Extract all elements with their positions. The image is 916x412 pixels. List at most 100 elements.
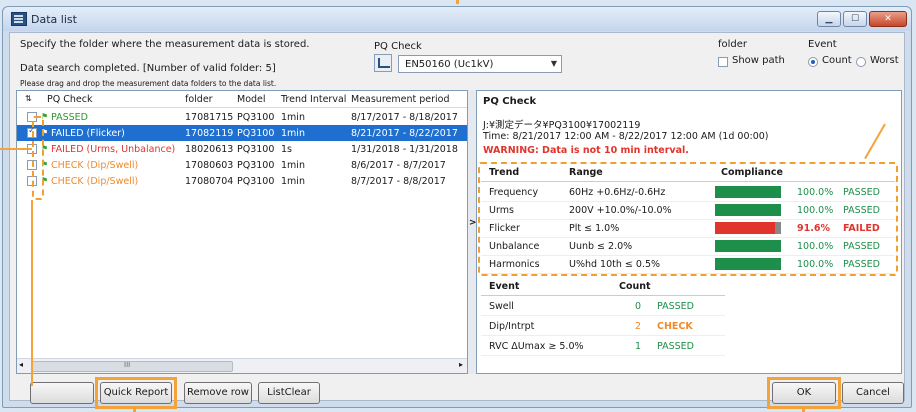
detail-warning: WARNING: Data is not 10 min interval. xyxy=(483,145,689,156)
row-folder: 17080704 xyxy=(185,176,234,187)
row-period: 8/21/2017 - 8/22/2017 xyxy=(351,128,458,139)
event-result: PASSED xyxy=(657,341,694,352)
window-title: Data list xyxy=(31,13,77,26)
chevron-down-icon: ▼ xyxy=(550,59,557,68)
col-measurement-period[interactable]: Measurement period xyxy=(351,94,450,105)
row-model: PQ3100 xyxy=(237,144,275,155)
callout-line-left xyxy=(0,148,32,150)
callout-checkbox-highlight xyxy=(32,116,44,200)
callout-line-bottom-right xyxy=(802,408,805,412)
event-row: RVC ΔUmax ≥ 5.0% 1 PASSED xyxy=(481,337,725,356)
event-row: Dip/Intrpt 2 CHECK xyxy=(481,317,725,336)
table-row[interactable]: ⚑ CHECK (Dip/Swell) 17080603 PQ3100 1min 8/6/… xyxy=(17,157,467,173)
callout-line-top xyxy=(456,0,459,4)
scroll-right-icon[interactable]: ▸ xyxy=(459,360,463,369)
pqcheck-select[interactable]: EN50160 (Uc1kV) ▼ xyxy=(398,55,562,73)
pqcheck-select-value: EN50160 (Uc1kV) xyxy=(405,59,494,70)
event-header-row: Event Count xyxy=(481,277,725,296)
row-pqcheck: PASSED xyxy=(51,112,88,123)
event-row: Swell 0 PASSED xyxy=(481,297,725,316)
cancel-button[interactable]: Cancel xyxy=(842,382,904,404)
row-folder: 17080603 xyxy=(185,160,234,171)
row-pqcheck: FAILED (Urms, Unbalance) xyxy=(51,144,176,155)
row-period: 8/7/2017 - 8/8/2017 xyxy=(351,176,446,187)
detail-time: Time: 8/21/2017 12:00 AM - 8/22/2017 12:… xyxy=(483,131,769,142)
instruction-text: Specify the folder where the measurement… xyxy=(20,39,310,50)
pane-splitter[interactable]: > xyxy=(468,90,477,374)
folder-label: folder xyxy=(718,39,748,50)
detail-path: J:¥測定データ¥PQ3100¥17002119 xyxy=(483,120,641,131)
row-model: PQ3100 xyxy=(237,160,275,171)
row-pqcheck: FAILED (Flicker) xyxy=(51,128,125,139)
row-interval: 1min xyxy=(281,160,305,171)
event-worst-label: Worst xyxy=(870,55,899,66)
data-list[interactable]: ⇅ PQ Check folder Model Trend Interval M… xyxy=(16,90,468,374)
row-model: PQ3100 xyxy=(237,128,275,139)
scrollbar-grip: III xyxy=(124,361,131,369)
detail-title: PQ Check xyxy=(483,96,537,107)
table-row[interactable]: ✓ ⚑ FAILED (Flicker) 17082119 PQ3100 1min 8/21… xyxy=(17,125,467,141)
event-count: 0 xyxy=(635,301,642,312)
row-interval: 1min xyxy=(281,128,305,139)
minimize-button[interactable]: ▁ xyxy=(817,11,841,27)
event-count-label: Count xyxy=(822,55,852,66)
list-clear-button[interactable]: ListClear xyxy=(258,382,320,404)
maximize-button[interactable]: ☐ xyxy=(843,11,867,27)
row-model: PQ3100 xyxy=(237,176,275,187)
event-label: Event xyxy=(808,39,837,50)
event-count: 1 xyxy=(635,341,642,352)
callout-trend-highlight xyxy=(478,162,898,276)
callout-line-bottom-left xyxy=(133,408,136,412)
app-icon xyxy=(11,12,27,26)
event-name: RVC ΔUmax ≥ 5.0% xyxy=(489,341,584,352)
row-pqcheck: CHECK (Dip/Swell) xyxy=(51,160,139,171)
event-name: Dip/Intrpt xyxy=(489,321,535,332)
row-folder: 17081715 xyxy=(185,112,234,123)
col-trend-interval[interactable]: Trend Interval xyxy=(281,94,346,105)
event-count-radio[interactable] xyxy=(808,57,818,67)
row-pqcheck: CHECK (Dip/Swell) xyxy=(51,176,139,187)
maximize-icon: ☐ xyxy=(850,14,860,24)
callout-ok xyxy=(767,377,841,409)
event-header-event: Event xyxy=(489,281,520,292)
callout-line-left-down xyxy=(31,200,33,386)
col-folder[interactable]: folder xyxy=(185,94,213,105)
event-result: CHECK xyxy=(657,321,693,332)
minimize-icon: ▁ xyxy=(825,14,833,24)
row-model: PQ3100 xyxy=(237,112,275,123)
title-bar[interactable]: Data list ▁ ☐ ✕ xyxy=(3,7,911,31)
event-count: 2 xyxy=(635,321,642,332)
remove-row-button[interactable]: Remove row xyxy=(184,382,252,404)
event-worst-radio[interactable] xyxy=(856,57,866,67)
event-result: PASSED xyxy=(657,301,694,312)
scrollbar-thumb[interactable]: III xyxy=(31,361,233,372)
sort-icon[interactable]: ⇅ xyxy=(25,94,32,103)
drag-drop-hint: Please drag and drop the measurement dat… xyxy=(20,79,277,88)
show-path-label: Show path xyxy=(732,55,785,66)
event-name: Swell xyxy=(489,301,514,312)
row-interval: 1min xyxy=(281,112,305,123)
row-period: 8/17/2017 - 8/18/2017 xyxy=(351,112,458,123)
col-pqcheck[interactable]: PQ Check xyxy=(47,94,92,105)
close-button[interactable]: ✕ xyxy=(869,11,907,27)
close-icon: ✕ xyxy=(884,14,892,24)
pqcheck-label: PQ Check xyxy=(374,41,422,52)
row-folder: 17082119 xyxy=(185,128,234,139)
table-row[interactable]: ⚑ PASSED 17081715 PQ3100 1min 8/17/2017 - 8/1… xyxy=(17,109,467,125)
horizontal-scrollbar[interactable]: ◂ III ▸ xyxy=(17,358,467,373)
callout-quick-report xyxy=(95,377,177,409)
table-row[interactable]: ⚑ CHECK (Dip/Swell) 17080704 PQ3100 1min 8/7/… xyxy=(17,173,467,189)
pqcheck-settings-icon[interactable] xyxy=(374,54,392,72)
data-list-header: ⇅ PQ Check folder Model Trend Interval M… xyxy=(17,91,467,108)
row-folder: 18020613 xyxy=(185,144,234,155)
show-path-checkbox[interactable] xyxy=(718,57,728,67)
add-folder-button[interactable] xyxy=(30,382,94,404)
table-row[interactable]: ⚑ FAILED (Urms, Unbalance) 18020613 PQ3100 1… xyxy=(17,141,467,157)
row-period: 1/31/2018 - 1/31/2018 xyxy=(351,144,458,155)
row-period: 8/6/2017 - 8/7/2017 xyxy=(351,160,446,171)
search-status: Data search completed. [Number of valid … xyxy=(20,63,276,74)
row-interval: 1s xyxy=(281,144,292,155)
col-model[interactable]: Model xyxy=(237,94,266,105)
scroll-left-icon[interactable]: ◂ xyxy=(19,360,23,369)
row-interval: 1min xyxy=(281,176,305,187)
